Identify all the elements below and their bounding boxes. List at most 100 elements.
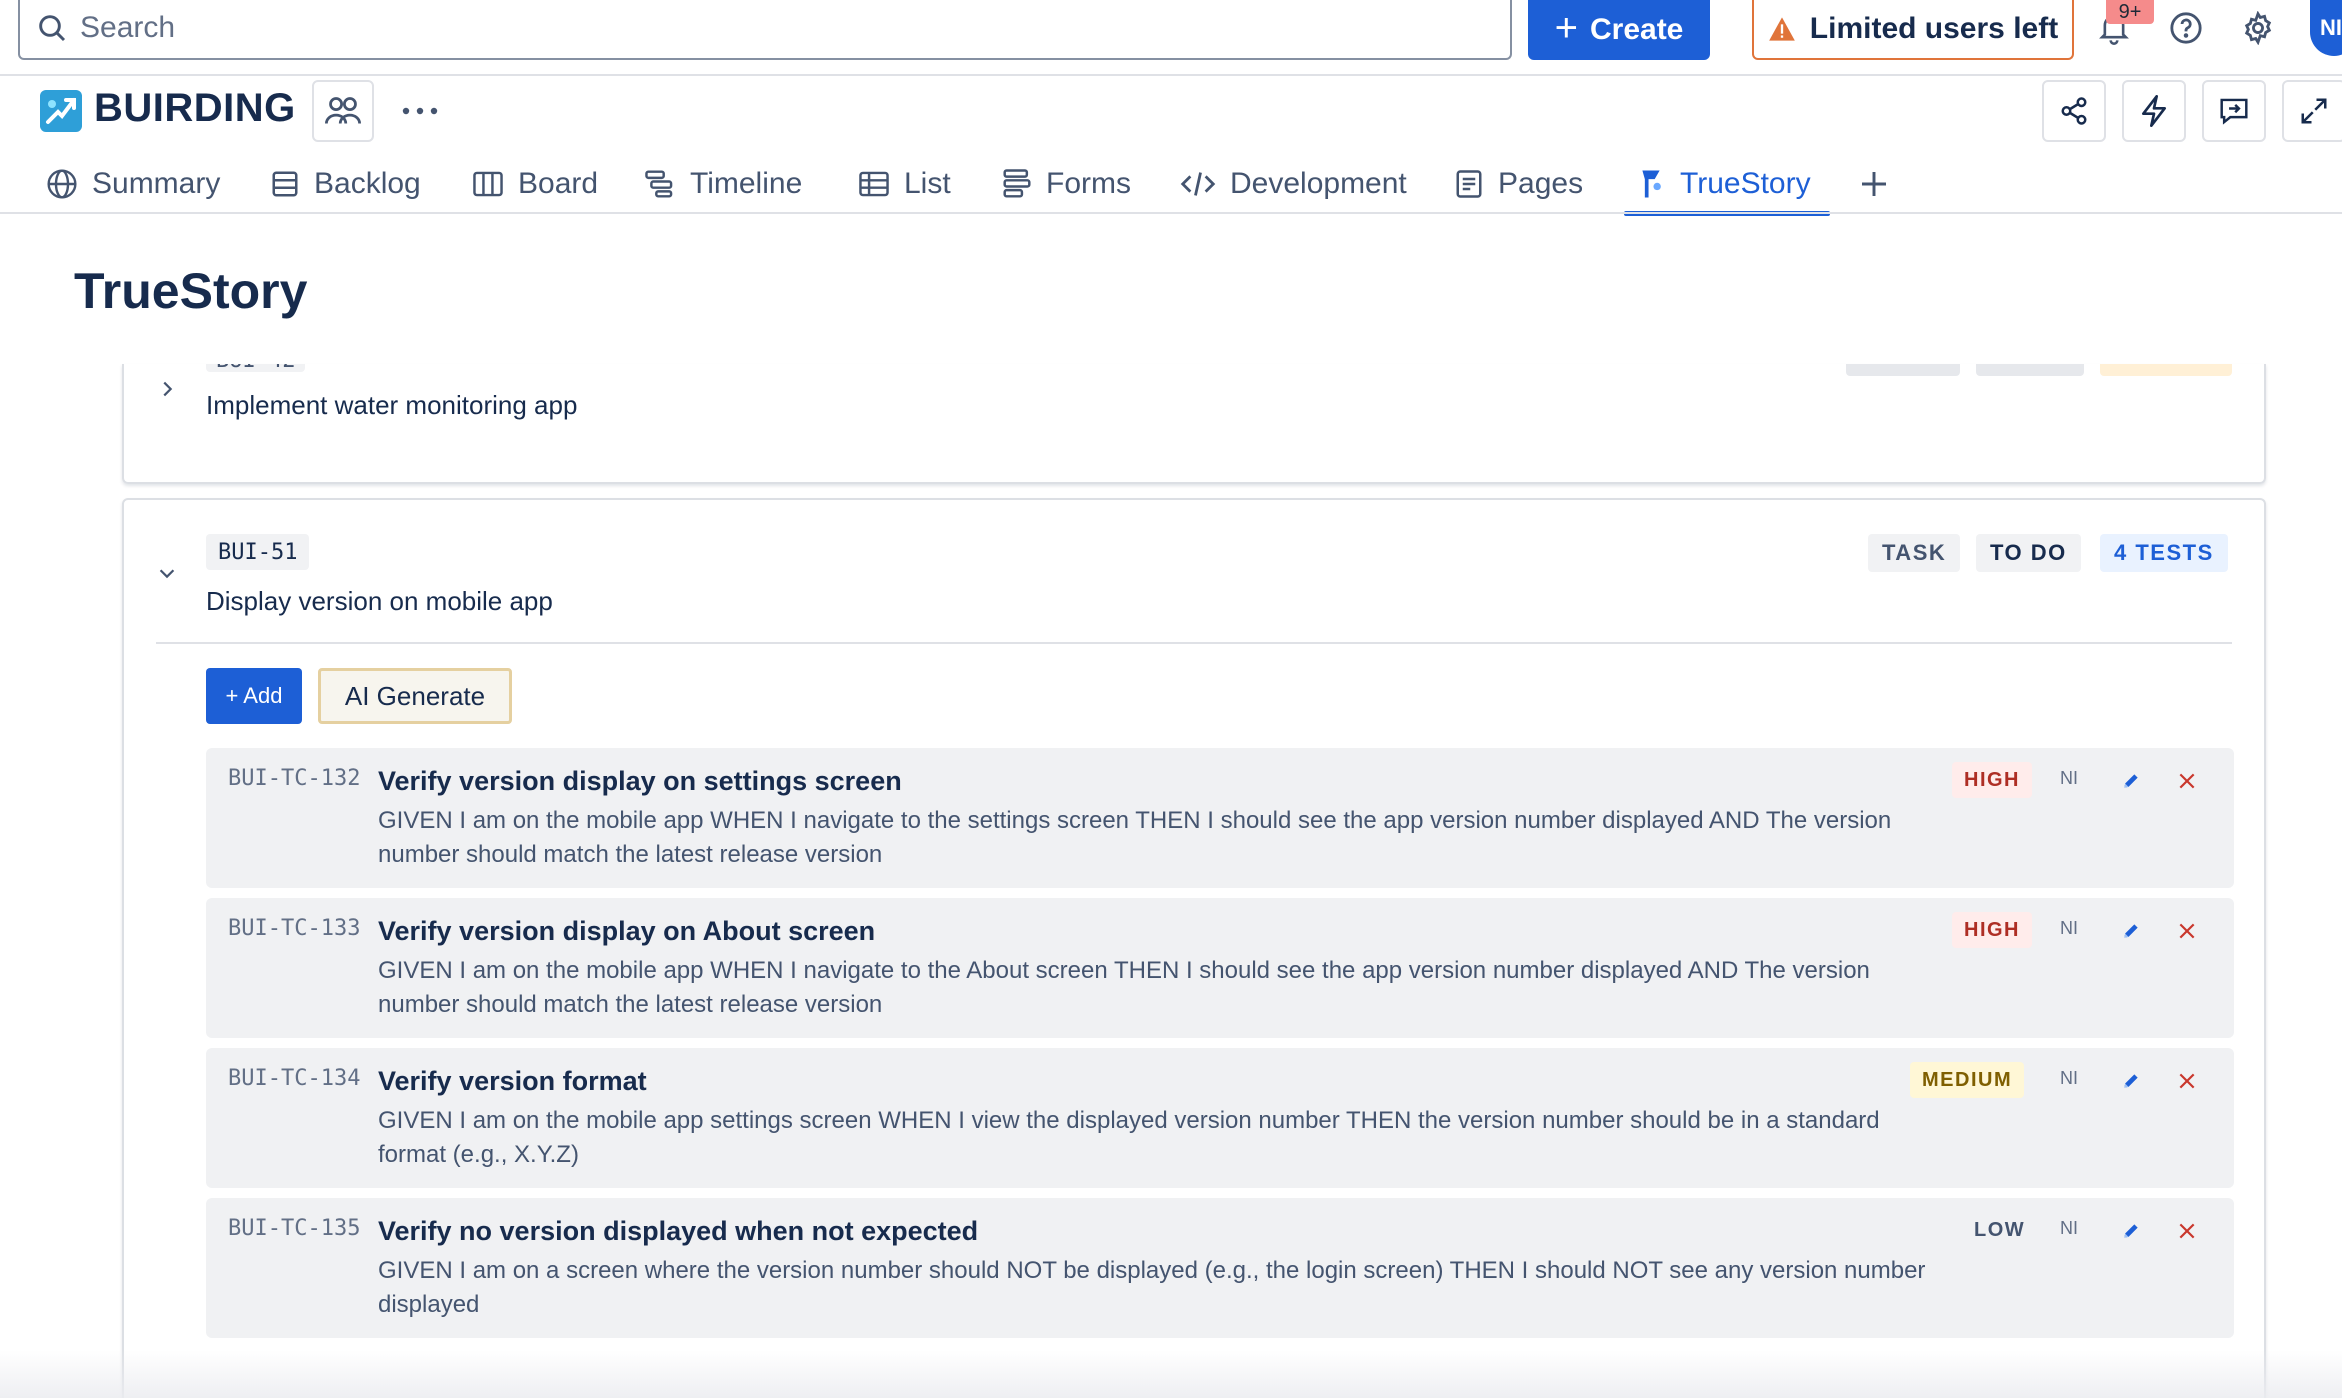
test-case-row[interactable]: BUI-TC-132 Verify version display on set…	[206, 748, 2234, 888]
tab-truestory[interactable]: TrueStory	[1624, 154, 1830, 216]
chevron-right-icon[interactable]	[156, 378, 178, 405]
issue-type-lozenge: TASK	[1868, 534, 1961, 572]
code-icon	[1180, 172, 1216, 196]
ai-generate-button[interactable]: AI Generate	[318, 668, 512, 724]
add-tab-button[interactable]	[1846, 154, 1902, 214]
tab-board[interactable]: Board	[460, 154, 610, 214]
fullscreen-button[interactable]	[2282, 80, 2342, 142]
limited-users-button[interactable]: Limited users left	[1752, 0, 2074, 60]
test-case-description: GIVEN I am on the mobile app settings sc…	[378, 1107, 1880, 1168]
project-logo-icon	[40, 90, 82, 132]
search-box[interactable]	[18, 0, 1512, 60]
timeline-icon	[645, 170, 673, 198]
truestory-icon	[1642, 170, 1661, 198]
previous-issue-summary[interactable]: Implement water monitoring app	[206, 390, 577, 421]
test-case-description: GIVEN I am on the mobile app WHEN I navi…	[378, 807, 1892, 868]
project-name[interactable]: BUIRDING	[94, 86, 296, 131]
priority-badge: LOW	[1974, 1218, 2026, 1241]
tab-pages[interactable]: Pages	[1442, 154, 1595, 214]
share-icon	[2061, 97, 2087, 125]
tab-label: Pages	[1498, 167, 1584, 200]
test-case-description: GIVEN I am on the mobile app WHEN I navi…	[378, 957, 1870, 1018]
tab-label: Backlog	[314, 167, 421, 200]
issue-summary[interactable]: Display version on mobile app	[206, 586, 553, 617]
test-case-title: Verify version format	[378, 1066, 647, 1096]
globe-icon	[47, 169, 77, 199]
test-case-title: Verify no version displayed when not exp…	[378, 1216, 979, 1246]
test-case-row[interactable]: BUI-TC-135 Verify no version displayed w…	[206, 1198, 2234, 1338]
share-button[interactable]	[2042, 80, 2106, 142]
backlog-icon	[272, 171, 298, 197]
previous-tests-lozenge	[2100, 364, 2232, 376]
pencil-icon[interactable]	[2116, 916, 2146, 946]
team-button[interactable]	[312, 80, 374, 142]
list-icon	[859, 171, 889, 197]
search-input[interactable]	[80, 10, 1480, 46]
card-divider	[156, 642, 2232, 644]
test-case-title: Verify version display on About screen	[378, 916, 876, 946]
close-icon[interactable]	[2172, 766, 2202, 796]
user-avatar[interactable]: NI	[2310, 0, 2342, 56]
chevron-down-icon[interactable]	[156, 562, 178, 589]
tab-label: Summary	[92, 167, 221, 200]
page-title: TrueStory	[74, 263, 308, 319]
priority-badge: MEDIUM	[1910, 1062, 2025, 1098]
scroll-fade	[0, 1350, 2342, 1398]
more-icon	[402, 107, 438, 115]
create-button[interactable]: + Create	[1528, 0, 1710, 60]
topbar-divider	[0, 74, 2342, 76]
tab-summary[interactable]: Summary	[34, 154, 232, 214]
create-button-label: Create	[1589, 13, 1684, 46]
test-case-key: BUI-TC-133	[228, 916, 361, 941]
help-icon	[2170, 12, 2202, 44]
pencil-icon[interactable]	[2116, 1216, 2146, 1246]
tab-forms[interactable]: Forms	[990, 154, 1143, 214]
previous-issue-key: BUI-42	[206, 364, 306, 373]
plus-icon	[1862, 172, 1886, 196]
gear-icon	[2244, 11, 2272, 45]
story-card-previous[interactable]: BUI-42 Implement water monitoring app	[122, 364, 2266, 484]
add-test-button[interactable]: + Add	[206, 668, 302, 724]
close-icon[interactable]	[2172, 1216, 2202, 1246]
tab-label: List	[904, 167, 951, 200]
test-case-key: BUI-TC-134	[228, 1066, 361, 1091]
feedback-button[interactable]	[2202, 80, 2266, 142]
pages-icon	[1456, 170, 1482, 198]
test-case-row[interactable]: BUI-TC-133 Verify version display on Abo…	[206, 898, 2234, 1038]
lightning-icon	[2141, 95, 2166, 127]
test-case-key: BUI-TC-135	[228, 1216, 361, 1241]
tab-label: Board	[518, 167, 599, 200]
close-icon[interactable]	[2172, 1066, 2202, 1096]
tab-timeline[interactable]: Timeline	[632, 154, 814, 214]
close-icon[interactable]	[2172, 916, 2202, 946]
plus-icon: +	[1554, 6, 1578, 50]
story-card: BUI-51 Display version on mobile app TAS…	[122, 498, 2266, 1398]
notification-count-badge: 9+	[2106, 0, 2154, 24]
settings-button[interactable]	[2236, 6, 2280, 50]
warning-icon	[1768, 17, 1795, 41]
help-button[interactable]	[2164, 6, 2208, 50]
test-case-title: Verify version display on settings scree…	[378, 766, 902, 796]
automation-button[interactable]	[2122, 80, 2186, 142]
priority-badge: HIGH	[1952, 912, 2032, 948]
expand-icon	[2301, 98, 2327, 124]
more-actions-button[interactable]	[398, 80, 442, 142]
assignee-initials: NI	[2060, 1218, 2078, 1238]
issue-status-lozenge: TO DO	[1976, 534, 2081, 572]
pencil-icon[interactable]	[2116, 1066, 2146, 1096]
test-case-row[interactable]: BUI-TC-134 Verify version format GIVEN I…	[206, 1048, 2234, 1188]
pencil-icon[interactable]	[2116, 766, 2146, 796]
feedback-icon	[2220, 98, 2248, 125]
tab-development[interactable]: Development	[1168, 154, 1419, 214]
previous-status-lozenge	[1976, 364, 2084, 376]
board-icon	[473, 171, 503, 197]
tab-list[interactable]: List	[846, 154, 963, 214]
priority-badge: HIGH	[1952, 762, 2032, 798]
issue-key[interactable]: BUI-51	[206, 534, 310, 570]
tab-label: Development	[1230, 167, 1407, 200]
top-navigation: + Create Limited users left 9+ NI	[0, 0, 2342, 76]
tab-label: Timeline	[690, 167, 803, 200]
tests-count-lozenge: 4 TESTS	[2100, 534, 2228, 572]
tab-label: Forms	[1046, 167, 1131, 200]
tab-backlog[interactable]: Backlog	[258, 154, 433, 214]
